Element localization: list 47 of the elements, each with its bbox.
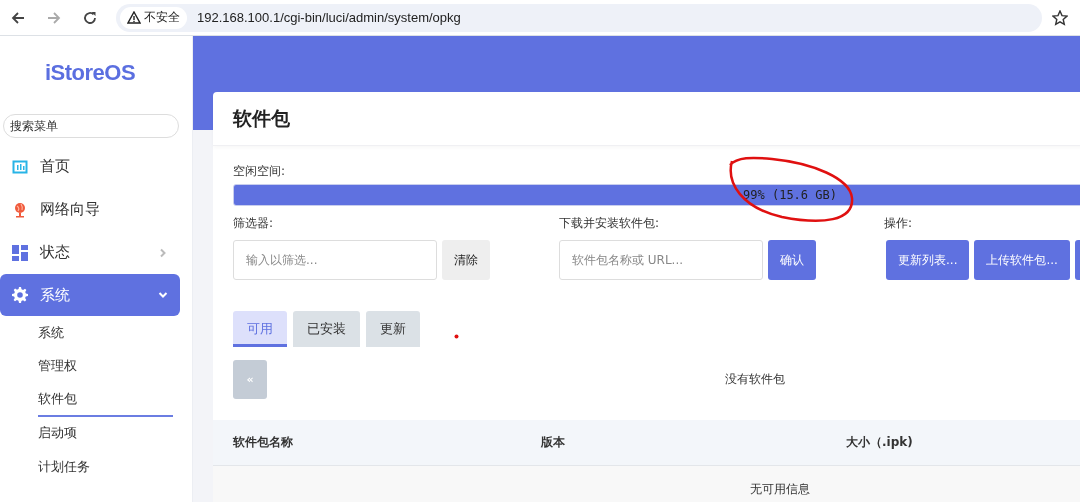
back-icon[interactable] [10, 9, 26, 26]
page-title: 软件包 [213, 92, 1080, 146]
bookmark-star-icon[interactable] [1052, 9, 1068, 26]
action-button[interactable]: 上传软件包... [974, 240, 1070, 280]
no-packages-message: 没有软件包 [725, 372, 785, 386]
install-label: 下载并安装软件包: [559, 215, 661, 232]
submenu-item[interactable]: 软件包 [38, 383, 173, 417]
grid-icon [12, 244, 28, 261]
action-button[interactable]: 更新列表... [886, 240, 970, 280]
column-header: 大小（.ipk) [846, 434, 913, 451]
reload-icon[interactable] [82, 9, 98, 26]
clear-button[interactable]: 清除 [442, 240, 490, 280]
sidebar-item-label: 状态 [40, 243, 71, 262]
filter-field[interactable]: 输入以筛选... [233, 240, 437, 280]
security-badge[interactable]: 不安全 [120, 6, 187, 29]
address-bar[interactable]: 不安全 192.168.100.1/cgi-bin/luci/admin/system/opkg [116, 3, 1042, 32]
submenu-item[interactable]: 计划任务 [38, 450, 173, 484]
submenu-item[interactable]: 启动项 [38, 416, 173, 450]
sidebar-item-label: 网络向导 [40, 200, 101, 219]
package-field[interactable]: 软件包名称或 URL... [559, 240, 763, 280]
tab[interactable]: 更新 [366, 311, 420, 347]
free-space-reading: 99% (15.6 GB) [743, 188, 837, 202]
gear-icon [12, 287, 28, 303]
warning-icon [127, 11, 141, 24]
filter-label: 筛选器: [233, 215, 275, 232]
chart-icon [12, 158, 28, 175]
submenu-item[interactable]: 管理权 [38, 349, 173, 383]
sidebar-item[interactable]: 首页 [0, 145, 180, 188]
tab[interactable]: 已安装 [293, 311, 360, 347]
actions-label: 操作: [884, 215, 914, 232]
column-header: 软件包名称 [233, 434, 293, 451]
url-text: 192.168.100.1/cgi-bin/luci/admin/system/opkg [197, 10, 461, 25]
security-label: 不安全 [144, 9, 180, 26]
submenu-item[interactable]: 系统 [38, 316, 173, 350]
menu-search-field[interactable]: 搜索菜单 [3, 114, 179, 138]
globe-pin-icon [12, 201, 28, 218]
annotation-dot [454, 334, 459, 339]
sidebar-item-label: 系统 [40, 285, 71, 305]
confirm-button[interactable]: 确认 [768, 240, 816, 280]
free-space-label: 空闲空间: [233, 163, 287, 180]
logo-text: iStoreOS [43, 59, 137, 87]
sidebar-item[interactable]: 系统 [0, 274, 180, 316]
sidebar-item[interactable]: 网络向导 [0, 188, 180, 231]
empty-table-text: 无可用信息 [750, 480, 810, 498]
sidebar-item-label: 首页 [40, 157, 71, 176]
column-header: 版本 [541, 434, 565, 451]
sidebar-item[interactable]: 状态 [0, 231, 180, 274]
